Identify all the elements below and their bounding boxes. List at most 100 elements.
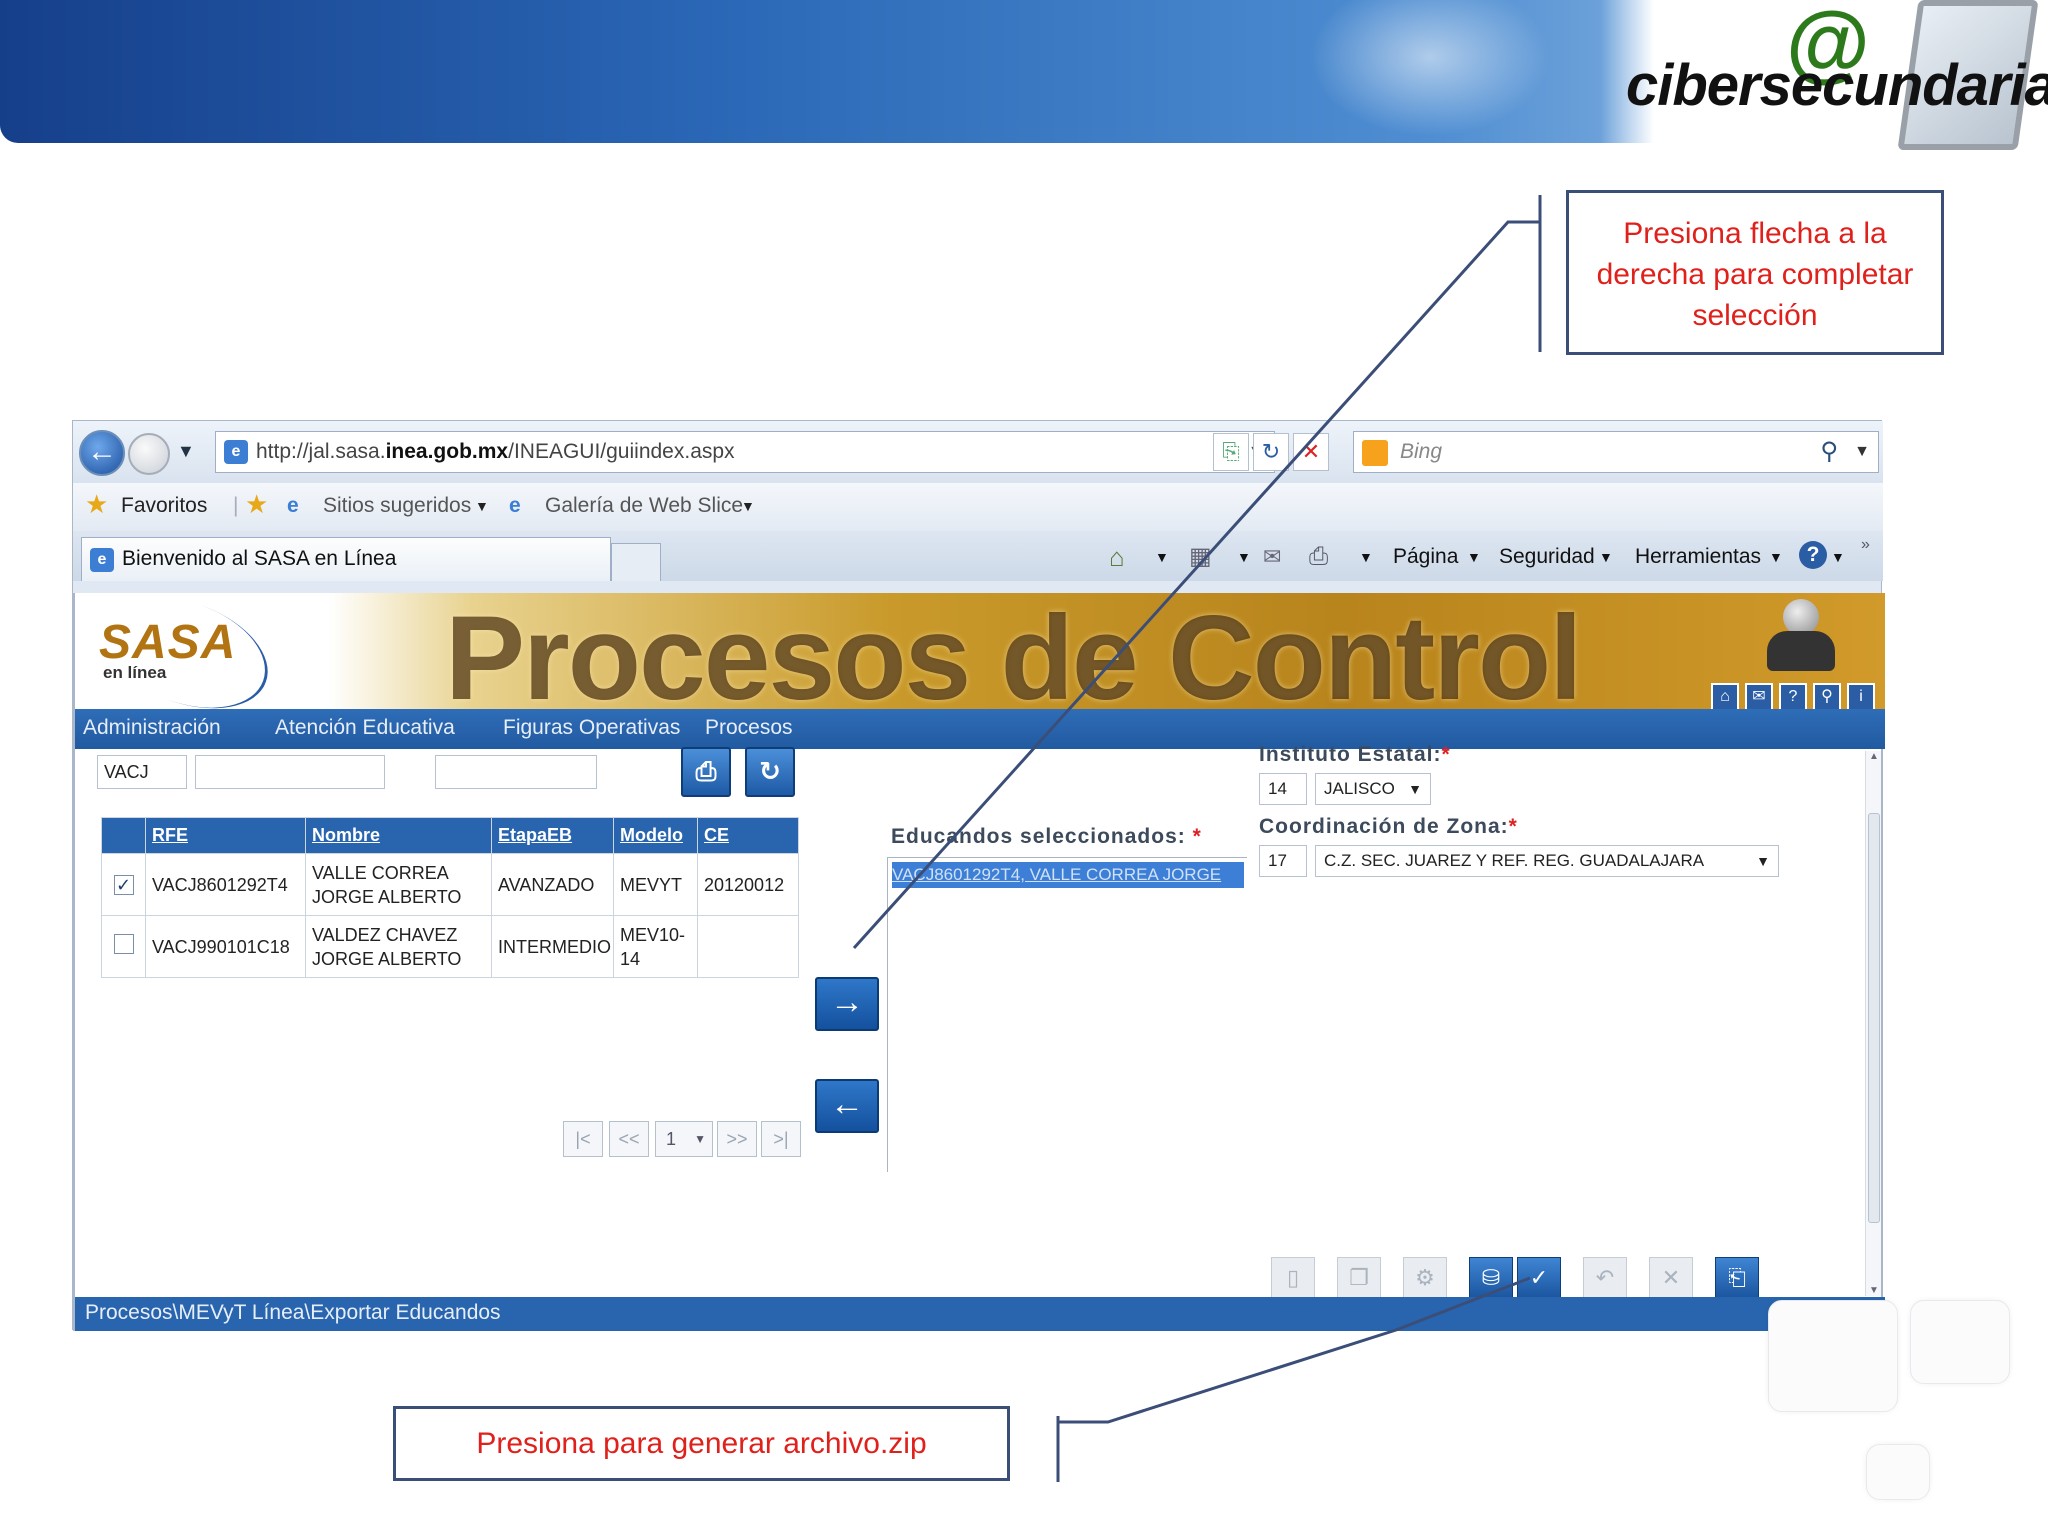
stop-icon[interactable]: ✕: [1293, 433, 1329, 471]
selected-list[interactable]: VACJ8601292T4, VALLE CORREA JORGE: [887, 857, 1247, 1172]
move-left-button[interactable]: ←: [815, 1079, 879, 1133]
row-checkbox[interactable]: [113, 933, 134, 954]
scroll-down-icon[interactable]: ▼: [1869, 1285, 1879, 1296]
selected-list-item[interactable]: VACJ8601292T4, VALLE CORREA JORGE: [892, 862, 1244, 888]
exit-icon[interactable]: ⎗: [1715, 1257, 1759, 1299]
ie-slice-icon: e: [509, 494, 521, 517]
rfe-search-input[interactable]: [97, 755, 187, 789]
print-icon[interactable]: ⎙: [1309, 537, 1328, 577]
col-modelo[interactable]: Modelo: [613, 817, 698, 854]
coordinacion-dropdown-icon: ▼: [1756, 853, 1770, 869]
help-dropdown-icon[interactable]: ▼: [1831, 537, 1845, 577]
pager-prev[interactable]: <<: [609, 1121, 649, 1157]
pager-page-select[interactable]: 1 ▼: [655, 1121, 713, 1157]
name-search-input[interactable]: [195, 755, 385, 789]
suggested-sites-dropdown-icon[interactable]: ▼: [475, 483, 489, 529]
mail-nav-icon[interactable]: ✉: [1745, 683, 1773, 711]
help-icon[interactable]: ?: [1799, 541, 1827, 569]
instituto-select[interactable]: JALISCO ▼: [1315, 773, 1431, 805]
refresh-icon[interactable]: ↻: [1253, 433, 1289, 471]
clear-button[interactable]: ↻: [745, 747, 795, 797]
forward-button[interactable]: [128, 433, 170, 475]
callout-export-text: Presiona para generar archivo.zip: [476, 1427, 927, 1460]
col-nombre[interactable]: Nombre: [305, 817, 492, 854]
security-menu[interactable]: Seguridad: [1499, 537, 1595, 577]
mail-icon[interactable]: ✉: [1263, 537, 1281, 577]
scrollbar-thumb[interactable]: [1868, 813, 1880, 1223]
search-button[interactable]: ⎙: [681, 747, 731, 797]
url-path: /INEAGUI/guiindex.aspx: [508, 440, 735, 463]
instituto-label-text: Instituto Estatal:: [1259, 743, 1442, 766]
print-dropdown-icon[interactable]: ▼: [1359, 537, 1373, 577]
pager-last[interactable]: >|: [761, 1121, 801, 1157]
history-dropdown-icon[interactable]: ▼: [177, 441, 195, 462]
search-dropdown-icon[interactable]: ▼: [1854, 432, 1870, 472]
url-prefix: http://jal.sasa.: [256, 440, 386, 463]
page-menu[interactable]: Página: [1393, 537, 1458, 577]
menu-administracion[interactable]: Administración: [83, 709, 221, 747]
export-zip-button[interactable]: ⛁: [1469, 1257, 1513, 1299]
compatibility-icon[interactable]: ⎘: [1213, 433, 1249, 471]
home-dropdown-icon[interactable]: ▼: [1155, 537, 1169, 577]
cancel-icon[interactable]: ✕: [1649, 1257, 1693, 1299]
search-input[interactable]: Bing ⚲ ▼: [1353, 431, 1879, 473]
search-placeholder: Bing: [1400, 440, 1443, 463]
required-mark: *: [1508, 815, 1518, 838]
scroll-up-icon[interactable]: ▲: [1869, 751, 1879, 762]
cell-modelo: MEVYT: [613, 853, 698, 916]
address-bar[interactable]: e http://jal.sasa.inea.gob.mx/INEAGUI/gu…: [215, 431, 1275, 473]
instituto-dropdown-icon: ▼: [1408, 781, 1422, 797]
copy-doc-icon[interactable]: ❐: [1337, 1257, 1381, 1299]
status-path: Procesos\MEVyT Línea\Exportar Educandos: [85, 1301, 501, 1324]
col-etapa[interactable]: EtapaEB: [491, 817, 614, 854]
pager-next[interactable]: >>: [717, 1121, 757, 1157]
search-nav-icon[interactable]: ⚲: [1813, 683, 1841, 711]
vertical-scrollbar[interactable]: ▲ ▼: [1865, 751, 1881, 1296]
tools-menu-dropdown-icon[interactable]: ▼: [1769, 537, 1783, 577]
suggested-sites-link[interactable]: Sitios sugeridos: [323, 483, 471, 529]
feeds-icon[interactable]: ▦: [1189, 537, 1212, 577]
accept-button[interactable]: ✓: [1517, 1257, 1561, 1299]
overflow-chevron-icon[interactable]: »: [1861, 525, 1870, 565]
help-nav-icon[interactable]: ?: [1779, 683, 1807, 711]
back-button[interactable]: ←: [79, 430, 125, 476]
settings-doc-icon[interactable]: ⚙: [1403, 1257, 1447, 1299]
arrow-left-icon: ←: [830, 1085, 864, 1123]
col-check: [101, 817, 146, 854]
header-title: Procesos de Control: [445, 591, 1583, 725]
add-favorites-icon[interactable]: ★: [245, 481, 268, 527]
new-tab-button[interactable]: [611, 543, 661, 581]
coordinacion-select[interactable]: C.Z. SEC. JUAREZ Y REF. REG. GUADALAJARA…: [1315, 845, 1779, 877]
search-icon[interactable]: ⚲: [1820, 432, 1838, 472]
menu-procesos[interactable]: Procesos: [705, 709, 793, 747]
pager-first[interactable]: |<: [563, 1121, 603, 1157]
security-menu-dropdown-icon[interactable]: ▼: [1599, 537, 1613, 577]
col-ce[interactable]: CE: [697, 817, 799, 854]
cell-modelo-line2: 14: [620, 948, 641, 969]
tools-menu[interactable]: Herramientas: [1635, 537, 1761, 577]
refresh-doc-icon: ↻: [759, 756, 781, 786]
col-rfe[interactable]: RFE: [145, 817, 306, 854]
undo-icon[interactable]: ↶: [1583, 1257, 1627, 1299]
feeds-dropdown-icon[interactable]: ▼: [1237, 537, 1251, 577]
info-nav-icon[interactable]: i: [1847, 683, 1875, 711]
tab-active[interactable]: e Bienvenido al SASA en Línea: [81, 537, 611, 581]
move-right-button[interactable]: →: [815, 977, 879, 1031]
other-search-input[interactable]: [435, 755, 597, 789]
menu-figuras-operativas[interactable]: Figuras Operativas: [503, 709, 680, 747]
table-row: ✓ VACJ8601292T4 VALLE CORREA JORGE ALBERT…: [101, 853, 799, 916]
cell-ce: [697, 915, 799, 978]
new-doc-icon[interactable]: ▯: [1271, 1257, 1315, 1299]
coordinacion-code-field[interactable]: 17: [1259, 845, 1307, 877]
home-nav-icon[interactable]: ⌂: [1711, 683, 1739, 711]
menu-atencion-educativa[interactable]: Atención Educativa: [275, 709, 455, 747]
table-row: VACJ990101C18 VALDEZ CHAVEZ JORGE ALBERTO…: [101, 915, 799, 978]
web-slice-dropdown-icon[interactable]: ▼: [741, 483, 755, 529]
page-menu-dropdown-icon[interactable]: ▼: [1467, 537, 1481, 577]
instituto-code-field[interactable]: 14: [1259, 773, 1307, 805]
home-icon[interactable]: ⌂: [1109, 537, 1125, 577]
row-checkbox[interactable]: ✓: [113, 874, 134, 895]
tab-title: Bienvenido al SASA en Línea: [122, 547, 397, 570]
web-slice-link[interactable]: Galería de Web Slice: [545, 483, 743, 529]
favorites-button[interactable]: Favoritos: [121, 483, 207, 529]
